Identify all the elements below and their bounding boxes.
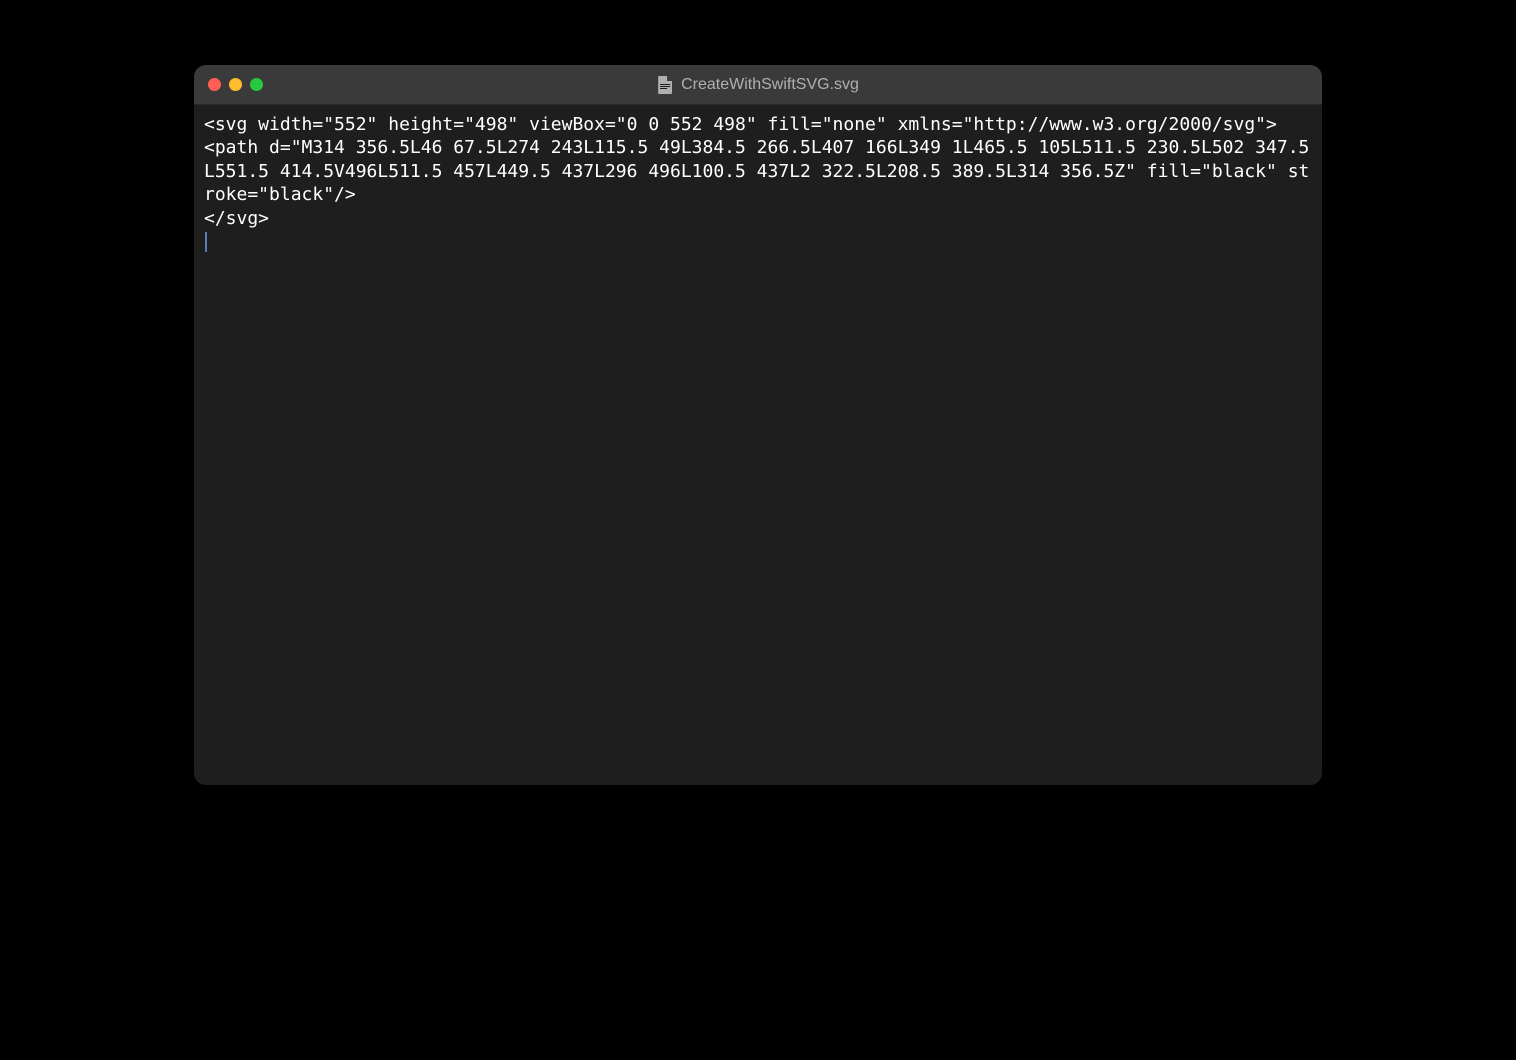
code-text[interactable]: <svg width="552" height="498" viewBox="0… (204, 113, 1312, 253)
title-container: CreateWithSwiftSVG.svg (657, 76, 859, 94)
traffic-lights (208, 78, 263, 91)
titlebar[interactable]: CreateWithSwiftSVG.svg (194, 65, 1322, 105)
editor-content[interactable]: <svg width="552" height="498" viewBox="0… (194, 105, 1322, 785)
window-title: CreateWithSwiftSVG.svg (681, 76, 859, 94)
file-icon (657, 76, 673, 94)
editor-window: CreateWithSwiftSVG.svg <svg width="552" … (194, 65, 1322, 785)
code-line-3[interactable]: </svg> (204, 208, 269, 229)
code-line-1[interactable]: <svg width="552" height="498" viewBox="0… (204, 114, 1277, 135)
code-line-2[interactable]: <path d="M314 356.5L46 67.5L274 243L115.… (204, 137, 1309, 205)
text-cursor (205, 232, 207, 252)
minimize-button[interactable] (229, 78, 242, 91)
close-button[interactable] (208, 78, 221, 91)
maximize-button[interactable] (250, 78, 263, 91)
